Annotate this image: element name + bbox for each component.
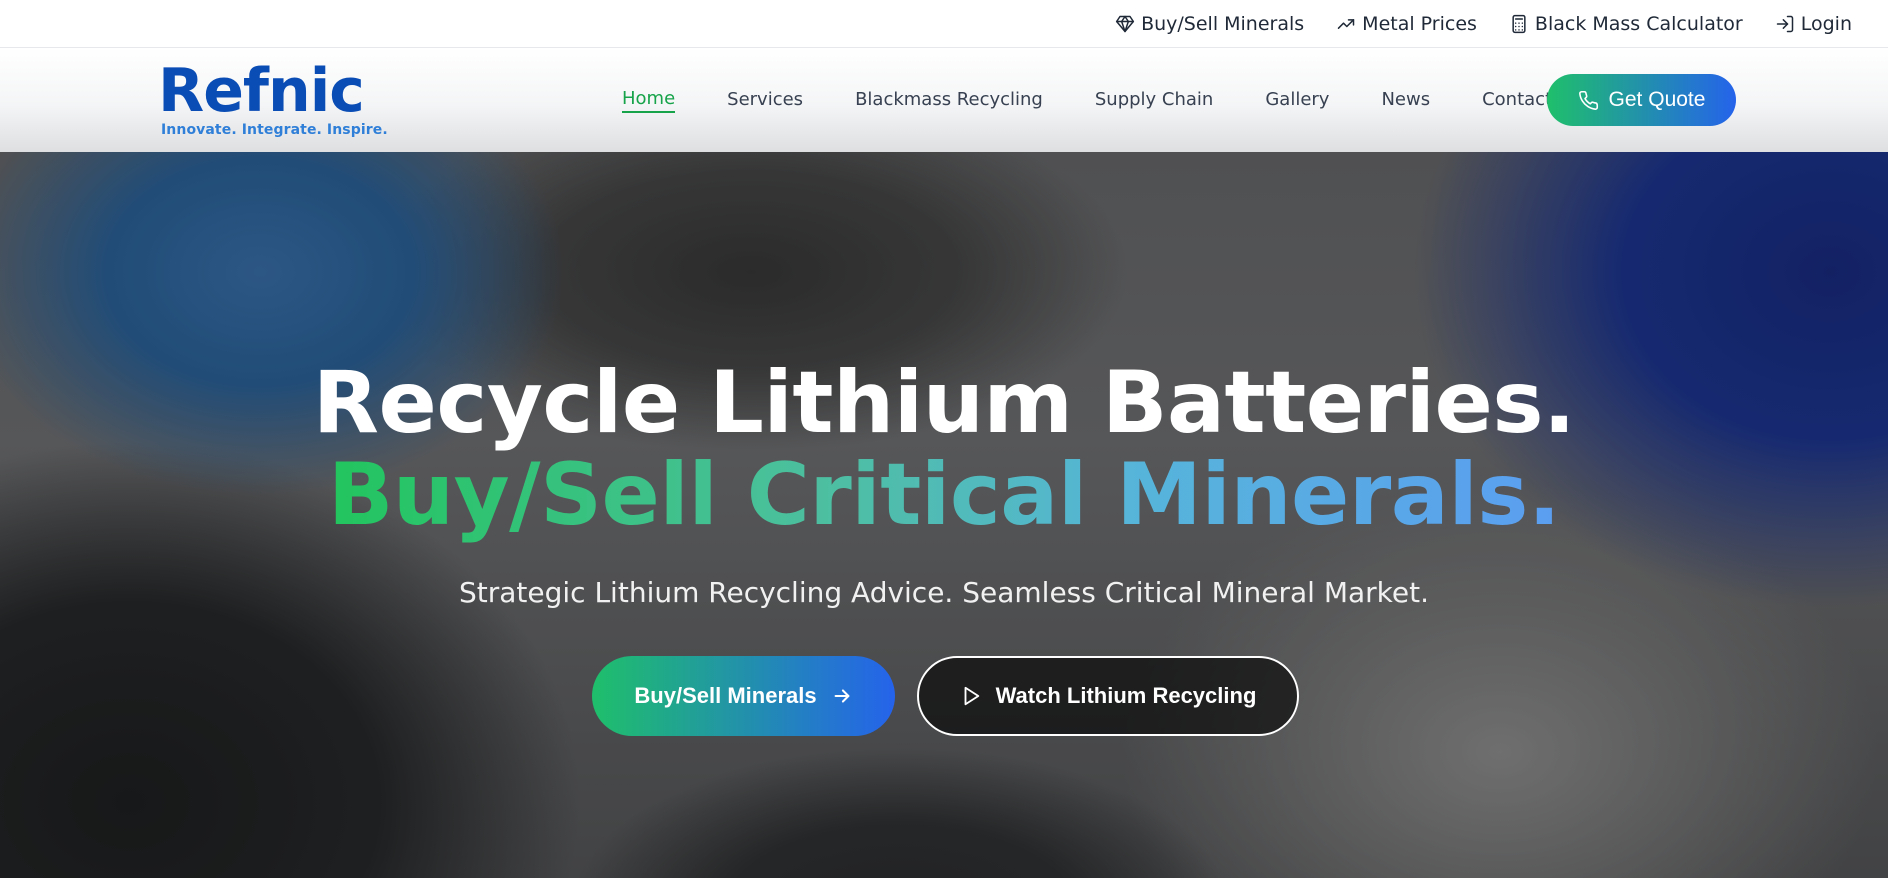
primary-nav: Home Services Blackmass Recycling Supply… <box>622 48 1552 152</box>
get-quote-label: Get Quote <box>1608 88 1706 111</box>
hero-title-gradient-text: Buy/Sell Critical Minerals. <box>327 445 1561 545</box>
nav-item-contact[interactable]: Contact <box>1482 89 1552 112</box>
topbar-link-label: Buy/Sell Minerals <box>1141 12 1305 35</box>
play-icon <box>964 686 979 706</box>
logo-tagline: Innovate. Integrate. Inspire. <box>161 122 388 138</box>
login-icon <box>1776 15 1793 32</box>
trending-up-icon <box>1337 18 1355 29</box>
hero-section: Recycle Lithium Batteries. Buy/Sell Crit… <box>0 152 1888 878</box>
hero-title-line-2: Buy/Sell Critical Minerals. <box>0 450 1888 540</box>
topbar-link-metal-prices[interactable]: Metal Prices <box>1336 13 1477 35</box>
topbar-link-login[interactable]: Login <box>1775 13 1852 35</box>
topbar-link-black-mass-calculator[interactable]: Black Mass Calculator <box>1509 13 1743 35</box>
topbar-link-label: Login <box>1800 12 1852 35</box>
buy-sell-minerals-button[interactable]: Buy/Sell Minerals <box>592 656 895 736</box>
nav-item-blackmass-recycling[interactable]: Blackmass Recycling <box>855 89 1043 112</box>
buy-sell-minerals-label: Buy/Sell Minerals <box>634 683 817 708</box>
nav-item-supply-chain[interactable]: Supply Chain <box>1095 89 1213 112</box>
nav-item-news[interactable]: News <box>1381 89 1430 112</box>
main-navbar: Refnic Innovate. Integrate. Inspire. Hom… <box>0 48 1888 152</box>
site-logo[interactable]: Refnic Innovate. Integrate. Inspire. <box>158 56 388 138</box>
watch-lithium-recycling-label: Watch Lithium Recycling <box>995 683 1257 708</box>
topbar-link-label: Metal Prices <box>1362 12 1477 35</box>
nav-item-home[interactable]: Home <box>622 88 676 113</box>
logo-wordmark: Refnic <box>158 56 365 126</box>
get-quote-button[interactable]: Get Quote <box>1547 74 1736 126</box>
topbar-link-buy-sell-minerals[interactable]: Buy/Sell Minerals <box>1115 13 1304 35</box>
phone-icon <box>1578 90 1598 110</box>
calculator-icon <box>1512 14 1526 33</box>
hero-subtitle: Strategic Lithium Recycling Advice. Seam… <box>458 576 1429 609</box>
nav-item-gallery[interactable]: Gallery <box>1265 89 1329 112</box>
diamond-icon <box>1115 15 1135 32</box>
watch-lithium-recycling-button[interactable]: Watch Lithium Recycling <box>917 656 1299 736</box>
utility-bar: Buy/Sell Minerals Metal Prices Black Mas… <box>0 0 1888 48</box>
hero-title-line-1: Recycle Lithium Batteries. <box>312 353 1576 453</box>
arrow-right-icon <box>834 689 850 703</box>
topbar-link-label: Black Mass Calculator <box>1534 12 1743 35</box>
nav-item-services[interactable]: Services <box>727 89 803 112</box>
